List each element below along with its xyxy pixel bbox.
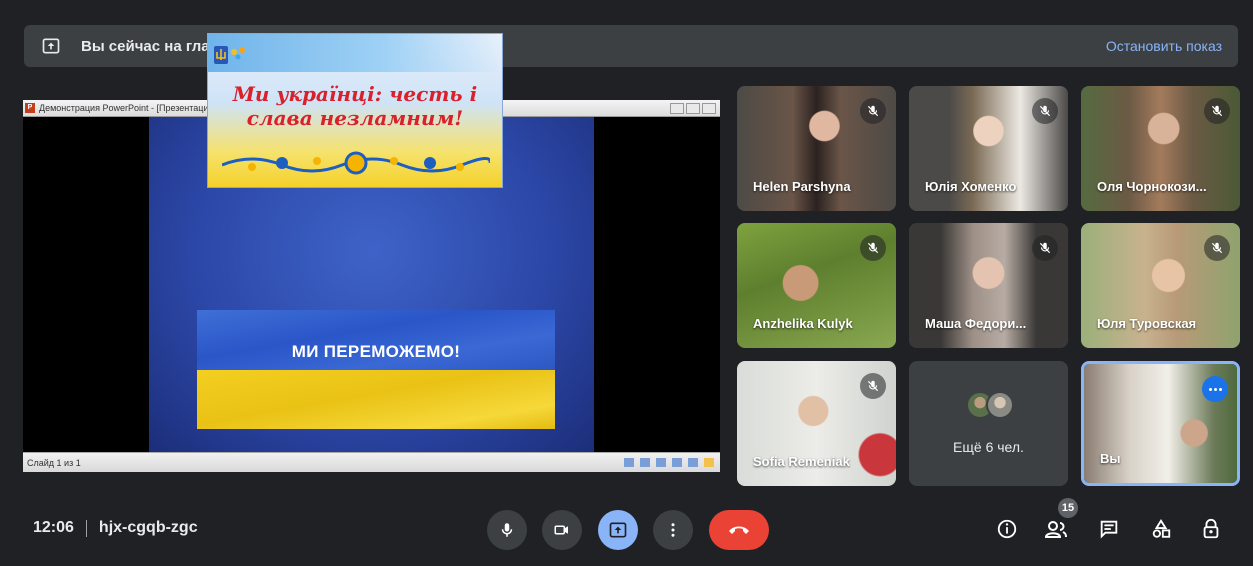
present-screen-icon (609, 522, 627, 538)
participant-tile[interactable]: Helen Parshyna (737, 86, 896, 211)
participant-tile[interactable]: Юля Туровская (1081, 223, 1240, 348)
more-participants-tile[interactable]: Ещё 6 чел. (909, 361, 1068, 486)
meeting-details-button[interactable] (992, 514, 1022, 544)
powerpoint-icon: P (25, 103, 35, 113)
floral-ornament (222, 151, 490, 175)
mic-off-icon (1032, 98, 1058, 124)
participant-avatars (966, 391, 1014, 419)
mic-off-icon (860, 235, 886, 261)
participant-tile[interactable]: Sofia Remeniak (737, 361, 896, 486)
microphone-button[interactable] (487, 510, 527, 550)
meeting-info: 12:06 hjx-cgqb-zgc (33, 519, 198, 537)
trident-crest-icon (214, 46, 245, 64)
divider (85, 519, 87, 537)
leave-call-button[interactable] (709, 510, 769, 550)
more-options-button[interactable] (1202, 376, 1228, 402)
flag-image: МИ ПЕРЕМОЖЕМО! (197, 310, 555, 429)
view-buttons (624, 458, 714, 467)
people-button[interactable] (1041, 514, 1071, 544)
ppt-status-bar: Слайд 1 из 1 (23, 452, 720, 472)
mic-off-icon (860, 98, 886, 124)
flag-caption: МИ ПЕРЕМОЖЕМО! (291, 342, 461, 361)
mic-off-icon (1204, 98, 1230, 124)
camera-icon (554, 525, 568, 535)
clock-time: 12:06 (33, 519, 74, 536)
people-icon (1044, 521, 1067, 538)
participant-tile[interactable]: Юлія Хоменко (909, 86, 1068, 211)
participant-name: Оля Чорнокози... (1097, 179, 1207, 194)
present-button[interactable] (598, 510, 638, 550)
mic-icon (501, 523, 513, 537)
avatar (986, 391, 1014, 419)
more-participants-label: Ещё 6 чел. (953, 439, 1024, 455)
shapes-icon (1152, 519, 1171, 538)
participant-name: Юля Туровская (1097, 316, 1197, 331)
info-icon (997, 519, 1017, 539)
window-buttons (670, 102, 716, 114)
lock-person-icon (1203, 518, 1219, 539)
participant-tile[interactable]: Оля Чорнокози... (1081, 86, 1240, 211)
more-vert-icon (671, 523, 675, 537)
participant-name: Юлія Хоменко (925, 179, 1017, 194)
activities-button[interactable] (1146, 514, 1176, 544)
present-screen-icon (39, 34, 63, 58)
mic-off-icon (1204, 235, 1230, 261)
chat-icon (1100, 520, 1118, 539)
more-options-button[interactable] (653, 510, 693, 550)
participant-tile[interactable]: Маша Федори... (909, 223, 1068, 348)
participant-name: Anzhelika Kulyk (753, 316, 853, 331)
participant-name: Helen Parshyna (753, 179, 851, 194)
participant-tile[interactable]: Anzhelika Kulyk (737, 223, 896, 348)
self-view-tile[interactable]: Вы (1081, 361, 1240, 486)
host-controls-button[interactable] (1196, 514, 1226, 544)
slide-title: Ми українці: честь і слава незламним! (232, 82, 478, 130)
participant-name: Sofia Remeniak (753, 454, 850, 469)
slide-title-card: Ми українці: честь і слава незламним! (207, 33, 503, 188)
stop-presenting-button[interactable]: Остановить показ (1106, 38, 1222, 54)
mic-off-icon (860, 373, 886, 399)
chat-button[interactable] (1094, 514, 1124, 544)
slide-counter: Слайд 1 из 1 (27, 457, 81, 468)
hang-up-icon (729, 526, 749, 534)
camera-button[interactable] (542, 510, 582, 550)
meeting-code: hjx-cgqb-zgc (98, 519, 198, 536)
mic-off-icon (1032, 235, 1058, 261)
self-name: Вы (1100, 451, 1121, 466)
participant-name: Маша Федори... (925, 316, 1027, 331)
participant-count-badge: 15 (1058, 498, 1078, 518)
